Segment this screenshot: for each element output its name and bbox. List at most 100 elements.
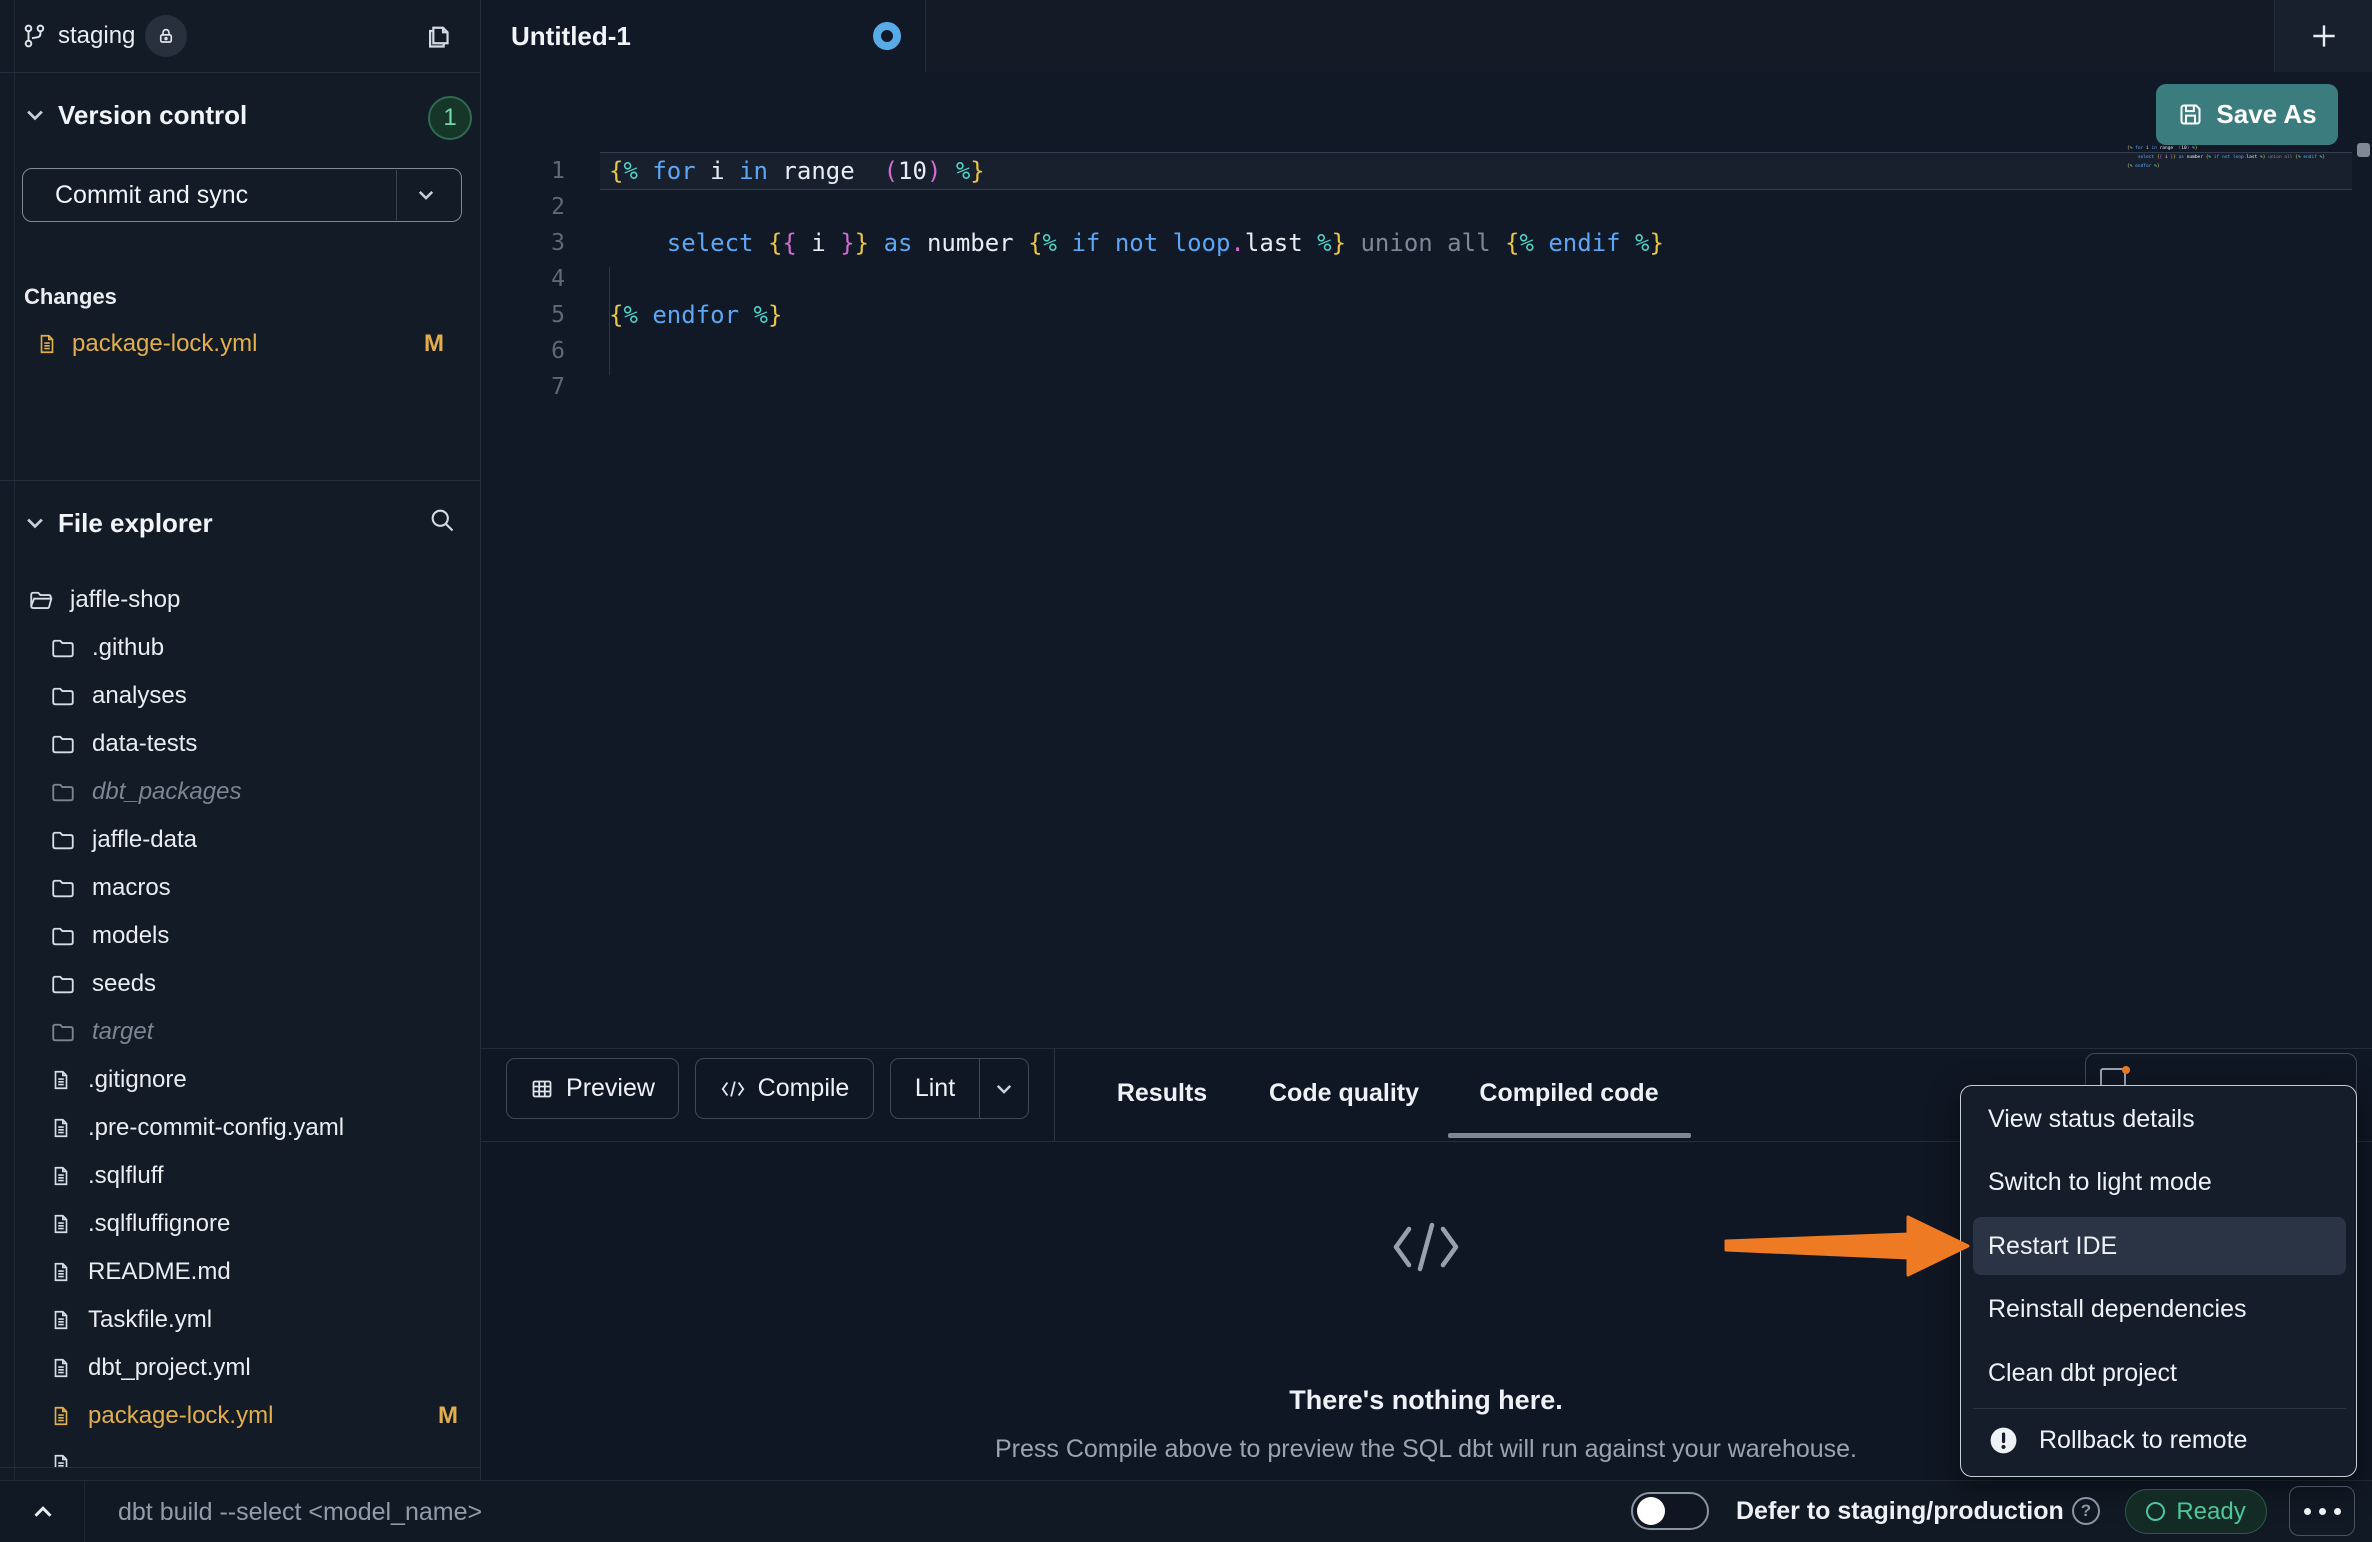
file-icon bbox=[50, 1165, 72, 1187]
line-number: 1 bbox=[481, 153, 565, 189]
preview-label: Preview bbox=[566, 1074, 655, 1103]
code-line: select {{ i }} as number {% if not loop.… bbox=[609, 225, 1664, 261]
tab-code-quality[interactable]: Code quality bbox=[1269, 1049, 1419, 1137]
file-item-label: seeds bbox=[92, 970, 480, 998]
file-item-label: .sqlfluff bbox=[88, 1162, 480, 1190]
command-input[interactable]: dbt build --select <model_name> bbox=[118, 1481, 482, 1542]
file-item-label: dbt_packages bbox=[92, 778, 480, 806]
menu-item-clean-dbt-project[interactable]: Clean dbt project bbox=[1973, 1344, 2346, 1402]
chevron-up-icon[interactable] bbox=[24, 1495, 62, 1529]
file-item[interactable]: target bbox=[0, 1008, 480, 1056]
file-item[interactable]: Taskfile.yml bbox=[0, 1296, 480, 1344]
folder-icon bbox=[50, 971, 76, 997]
minimap-line: {% endfor %} bbox=[2127, 164, 2160, 169]
line-number: 5 bbox=[481, 297, 565, 333]
file-item[interactable]: analyses bbox=[0, 672, 480, 720]
tab-untitled-1[interactable]: Untitled-1 bbox=[481, 0, 926, 72]
file-item[interactable]: .gitignore bbox=[0, 1056, 480, 1104]
menu-item-label: Restart IDE bbox=[1988, 1232, 2117, 1261]
folder-icon bbox=[50, 731, 76, 757]
editor-scrollbar-thumb[interactable] bbox=[2357, 143, 2370, 157]
chevron-down-icon[interactable] bbox=[397, 185, 455, 205]
file-item[interactable]: package-lock.ymlM bbox=[0, 1392, 480, 1440]
changes-count-badge: 1 bbox=[428, 96, 472, 140]
lint-button[interactable]: Lint bbox=[890, 1058, 1029, 1119]
file-item[interactable] bbox=[0, 1440, 480, 1468]
git-branch-icon bbox=[22, 23, 48, 49]
ready-circle-icon bbox=[2146, 1502, 2165, 1521]
file-item[interactable]: README.md bbox=[0, 1248, 480, 1296]
ide-options-menu: View status details Switch to light mode R… bbox=[1960, 1085, 2357, 1477]
menu-item-view-status-details[interactable]: View status details bbox=[1973, 1090, 2346, 1148]
lint-label: Lint bbox=[891, 1074, 979, 1103]
file-item[interactable]: .sqlfluff bbox=[0, 1152, 480, 1200]
version-control-section-header[interactable]: Version control bbox=[0, 92, 480, 144]
tab-results[interactable]: Results bbox=[1117, 1049, 1207, 1137]
preview-button[interactable]: Preview bbox=[506, 1058, 679, 1119]
file-explorer-title: File explorer bbox=[58, 508, 213, 539]
file-item-label: analyses bbox=[92, 682, 480, 710]
new-tab-button[interactable] bbox=[2274, 0, 2372, 72]
tab-compiled-code[interactable]: Compiled code bbox=[1479, 1049, 1658, 1137]
modified-status-badge: M bbox=[438, 1402, 458, 1430]
file-item-label: jaffle-shop bbox=[70, 586, 480, 614]
save-as-button[interactable]: Save As bbox=[2156, 84, 2338, 145]
file-item[interactable]: jaffle-data bbox=[0, 816, 480, 864]
line-number: 4 bbox=[481, 261, 565, 297]
file-item[interactable]: .sqlfluffignore bbox=[0, 1200, 480, 1248]
file-icon bbox=[50, 1069, 72, 1091]
help-icon[interactable]: ? bbox=[2072, 1497, 2100, 1525]
compile-button[interactable]: Compile bbox=[695, 1058, 874, 1119]
status-badge[interactable]: Ready bbox=[2125, 1489, 2267, 1534]
chevron-down-icon bbox=[24, 512, 46, 534]
commit-and-sync-label: Commit and sync bbox=[29, 181, 396, 210]
menu-item-reinstall-dependencies[interactable]: Reinstall dependencies bbox=[1973, 1281, 2346, 1339]
menu-item-rollback-to-remote[interactable]: Rollback to remote bbox=[1973, 1412, 2346, 1470]
editor-tab-bar: Untitled-1 bbox=[481, 0, 2372, 73]
file-item-label: Taskfile.yml bbox=[88, 1306, 480, 1334]
file-item[interactable]: .github bbox=[0, 624, 480, 672]
file-item[interactable]: macros bbox=[0, 864, 480, 912]
unsaved-changes-dot-icon bbox=[873, 22, 901, 50]
indent-guide bbox=[609, 267, 610, 375]
defer-toggle[interactable] bbox=[1631, 1492, 1709, 1530]
file-item[interactable]: jaffle-shop bbox=[0, 576, 480, 624]
copy-icon[interactable] bbox=[423, 20, 454, 51]
file-item-label: .pre-commit-config.yaml bbox=[88, 1114, 480, 1142]
branch-header: staging bbox=[0, 0, 480, 73]
folder-icon bbox=[50, 635, 76, 661]
menu-item-switch-to-light-mode[interactable]: Switch to light mode bbox=[1973, 1154, 2346, 1212]
defer-label: Defer to staging/production bbox=[1736, 1480, 2064, 1542]
file-item-label: README.md bbox=[88, 1258, 480, 1286]
more-options-button[interactable] bbox=[2289, 1486, 2355, 1536]
file-explorer-section-header[interactable]: File explorer bbox=[0, 498, 480, 546]
changed-file-row[interactable]: package-lock.yml M bbox=[14, 324, 466, 364]
file-item-label: .github bbox=[92, 634, 480, 662]
file-icon bbox=[50, 1405, 72, 1427]
sidebar: staging Version control 1 Commit and bbox=[0, 0, 481, 1480]
editor-minimap[interactable]: {% for i in range (10) %} select {{ i }}… bbox=[2127, 146, 2353, 206]
tab-title: Untitled-1 bbox=[511, 0, 631, 72]
folder-icon bbox=[50, 875, 76, 901]
commit-and-sync-button[interactable]: Commit and sync bbox=[22, 168, 462, 222]
file-item[interactable]: dbt_packages bbox=[0, 768, 480, 816]
changed-file-name: package-lock.yml bbox=[72, 330, 424, 358]
folder-icon bbox=[50, 1019, 76, 1045]
save-icon bbox=[2177, 101, 2204, 128]
file-item[interactable]: seeds bbox=[0, 960, 480, 1008]
file-item[interactable]: models bbox=[0, 912, 480, 960]
code-editor[interactable]: 1{% for i in range (10) %}23 select {{ i… bbox=[481, 150, 2372, 1048]
search-icon[interactable] bbox=[428, 506, 456, 534]
file-item[interactable]: data-tests bbox=[0, 720, 480, 768]
line-number: 6 bbox=[481, 333, 565, 369]
chevron-down-icon[interactable] bbox=[980, 1079, 1028, 1099]
code-icon bbox=[720, 1078, 746, 1100]
file-item-label: data-tests bbox=[92, 730, 480, 758]
code-line: {% for i in range (10) %} bbox=[609, 153, 985, 189]
branch-selector[interactable]: staging bbox=[22, 0, 187, 72]
branch-name: staging bbox=[58, 22, 135, 50]
statusbar-divider bbox=[84, 1481, 85, 1542]
file-item[interactable]: .pre-commit-config.yaml bbox=[0, 1104, 480, 1152]
file-item[interactable]: dbt_project.yml bbox=[0, 1344, 480, 1392]
menu-item-restart-ide[interactable]: Restart IDE bbox=[1973, 1217, 2346, 1275]
